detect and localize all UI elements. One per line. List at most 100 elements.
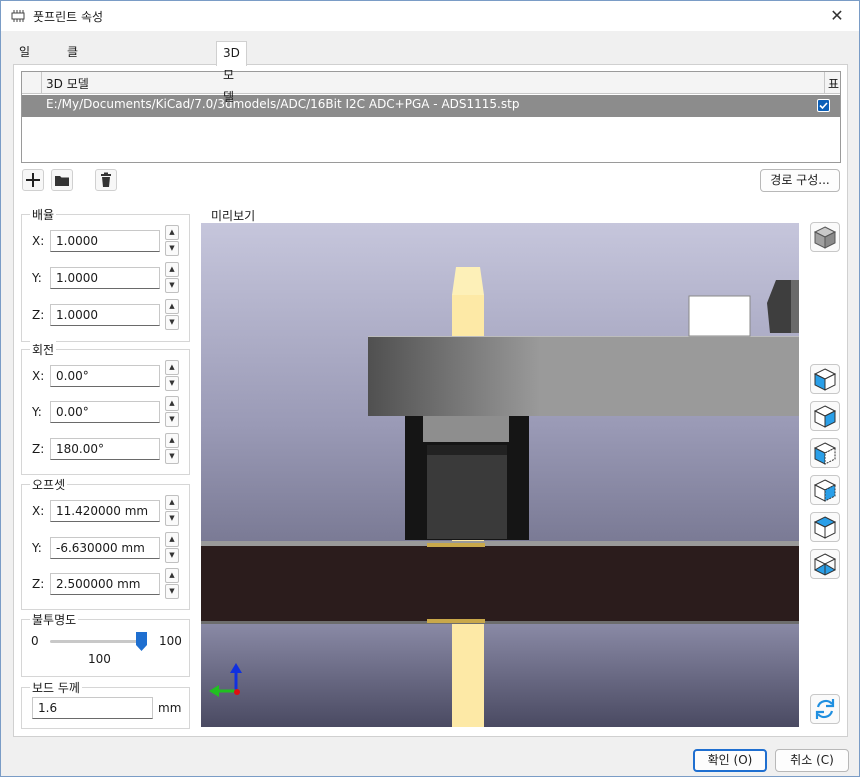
scale-y-input[interactable]: 1.0000 xyxy=(50,267,160,289)
board-thickness-unit: mm xyxy=(158,701,182,715)
table-row[interactable]: E:/My/Documents/KiCad/7.0/3dmodels/ADC/1… xyxy=(22,95,840,117)
folder-icon xyxy=(55,176,69,186)
tab-general[interactable]: 일반 xyxy=(13,41,36,81)
scale-group: 배율 X: 1.0000 ▲ ▼ Y: 1.0000 ▲ ▼ Z: 1.0000 ▲… xyxy=(21,206,190,342)
view-3d-button[interactable] xyxy=(810,222,840,252)
footprint-icon xyxy=(11,10,25,22)
scale-y-spinner[interactable]: ▲ ▼ xyxy=(165,262,179,293)
view-left-button[interactable] xyxy=(810,438,840,468)
view-back-button[interactable] xyxy=(810,475,840,505)
scale-z-spinner[interactable]: ▲ ▼ xyxy=(165,299,179,330)
reload-button[interactable] xyxy=(810,694,840,724)
close-icon: ✕ xyxy=(830,6,844,25)
preview-label: 미리보기 xyxy=(211,209,256,223)
rotation-x-spinner[interactable]: ▲ ▼ xyxy=(165,360,179,391)
browse-model-button[interactable] xyxy=(51,169,73,191)
view-right-button[interactable] xyxy=(810,364,840,394)
component-body xyxy=(368,336,799,416)
view-3d-cube-icon xyxy=(813,226,837,249)
spin-up-icon[interactable]: ▲ xyxy=(165,396,179,411)
spin-up-icon[interactable]: ▲ xyxy=(165,495,179,510)
view-back-icon xyxy=(813,479,837,502)
scale-x-label: X: xyxy=(32,234,45,248)
trash-icon xyxy=(101,172,111,187)
scale-x-spinner[interactable]: ▲ ▼ xyxy=(165,225,179,256)
checkmark-icon xyxy=(819,102,828,110)
add-model-button[interactable] xyxy=(22,169,44,191)
rotation-y-spinner[interactable]: ▲ ▼ xyxy=(165,396,179,427)
configure-paths-button[interactable]: 경로 구성... xyxy=(760,169,840,192)
opacity-max-label: 100 xyxy=(159,634,182,648)
spin-up-icon[interactable]: ▲ xyxy=(165,433,179,448)
spin-up-icon[interactable]: ▲ xyxy=(165,532,179,547)
spin-down-icon[interactable]: ▼ xyxy=(165,584,179,599)
rotation-x-input[interactable]: 0.00° xyxy=(50,365,160,387)
table-header: 3D 모델 표시 xyxy=(22,72,840,108)
spin-up-icon[interactable]: ▲ xyxy=(165,225,179,240)
spin-down-icon[interactable]: ▼ xyxy=(165,449,179,464)
spin-down-icon[interactable]: ▼ xyxy=(165,241,179,256)
scale-title: 배율 xyxy=(30,206,57,223)
offset-title: 오프셋 xyxy=(30,476,68,493)
opacity-min-label: 0 xyxy=(31,634,39,648)
view-bottom-icon xyxy=(813,553,837,576)
spin-up-icon[interactable]: ▲ xyxy=(165,568,179,583)
window-title: 풋프린트 속성 xyxy=(33,10,104,24)
spin-down-icon[interactable]: ▼ xyxy=(165,278,179,293)
rotation-z-input[interactable]: 180.00° xyxy=(50,438,160,460)
model-path-cell[interactable]: E:/My/Documents/KiCad/7.0/3dmodels/ADC/1… xyxy=(46,97,519,111)
spin-down-icon[interactable]: ▼ xyxy=(165,315,179,330)
footprint-properties-dialog: 풋프린트 속성 ✕ 일반 클리어런스 재정의 및 설정 3D 모델 3D 모델 … xyxy=(0,0,860,777)
ok-button[interactable]: 확인 (O) xyxy=(693,749,767,772)
view-left-icon xyxy=(813,442,837,465)
spin-down-icon[interactable]: ▼ xyxy=(165,511,179,526)
spin-up-icon[interactable]: ▲ xyxy=(165,360,179,375)
opacity-title: 불투명도 xyxy=(30,611,79,628)
scale-z-input[interactable]: 1.0000 xyxy=(50,304,160,326)
row-number-header xyxy=(22,72,42,94)
column-header-model[interactable]: 3D 모델 xyxy=(46,75,89,92)
rotation-z-spinner[interactable]: ▲ ▼ xyxy=(165,433,179,464)
rotation-z-label: Z: xyxy=(32,442,45,456)
offset-x-label: X: xyxy=(32,504,45,518)
offset-z-input[interactable]: 2.500000 mm xyxy=(50,573,160,595)
scale-z-label: Z: xyxy=(32,308,45,322)
rotation-title: 회전 xyxy=(30,341,57,358)
rotation-y-input[interactable]: 0.00° xyxy=(50,401,160,423)
view-top-button[interactable] xyxy=(810,512,840,542)
offset-y-input[interactable]: -6.630000 mm xyxy=(50,537,160,559)
tab-3d-models[interactable]: 3D 모델 xyxy=(216,41,247,104)
opacity-group: 불투명도 0 100 100 xyxy=(21,611,190,677)
opacity-slider-track[interactable] xyxy=(50,640,142,643)
plus-icon xyxy=(26,173,40,187)
column-separator[interactable] xyxy=(824,72,825,94)
rotation-y-label: Y: xyxy=(32,405,42,419)
offset-x-spinner[interactable]: ▲ ▼ xyxy=(165,495,179,526)
spin-down-icon[interactable]: ▼ xyxy=(165,412,179,427)
delete-model-button[interactable] xyxy=(95,169,117,191)
board-thickness-input[interactable]: 1.6 xyxy=(32,697,153,719)
3d-preview-canvas[interactable] xyxy=(201,223,799,727)
view-bottom-button[interactable] xyxy=(810,549,840,579)
view-front-icon xyxy=(813,405,837,428)
offset-y-label: Y: xyxy=(32,541,42,555)
opacity-slider-thumb[interactable] xyxy=(136,632,147,651)
offset-x-input[interactable]: 11.420000 mm xyxy=(50,500,160,522)
show-checkbox[interactable] xyxy=(817,99,830,112)
opacity-value: 100 xyxy=(88,652,111,666)
cancel-button[interactable]: 취소 (C) xyxy=(775,749,849,772)
scale-x-input[interactable]: 1.0000 xyxy=(50,230,160,252)
spin-down-icon[interactable]: ▼ xyxy=(165,548,179,563)
offset-y-spinner[interactable]: ▲ ▼ xyxy=(165,532,179,563)
spin-up-icon[interactable]: ▲ xyxy=(165,299,179,314)
close-button[interactable]: ✕ xyxy=(819,3,855,29)
offset-group: 오프셋 X: 11.420000 mm ▲ ▼ Y: -6.630000 mm ▲… xyxy=(21,476,190,610)
spin-down-icon[interactable]: ▼ xyxy=(165,376,179,391)
view-front-button[interactable] xyxy=(810,401,840,431)
spin-up-icon[interactable]: ▲ xyxy=(165,262,179,277)
offset-z-spinner[interactable]: ▲ ▼ xyxy=(165,568,179,599)
tab-clearance-overrides[interactable]: 클리어런스 재정의 및 설정 xyxy=(61,41,84,279)
offset-z-label: Z: xyxy=(32,577,45,591)
board-thickness-title: 보드 두께 xyxy=(30,679,82,696)
reload-icon xyxy=(815,699,835,719)
